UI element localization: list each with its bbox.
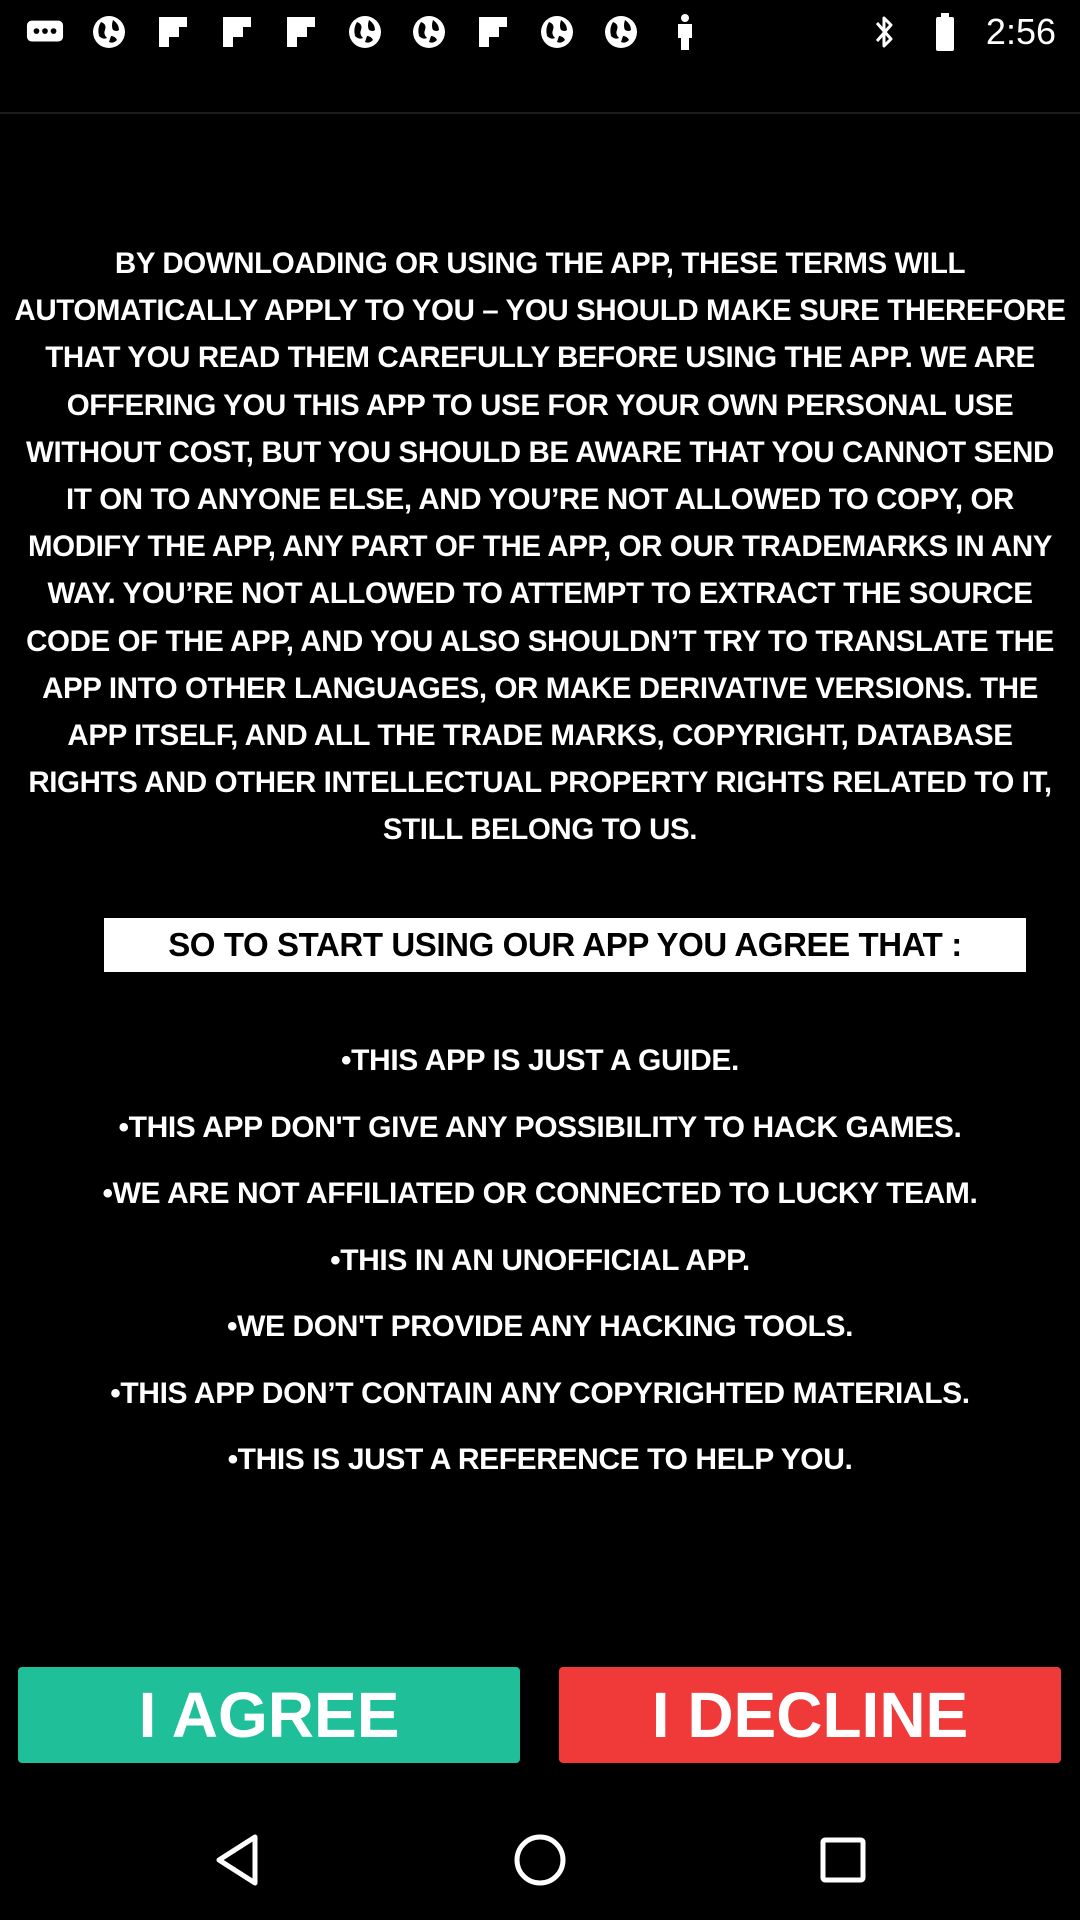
navigation-bar bbox=[0, 1800, 1080, 1920]
globe-icon bbox=[538, 13, 576, 51]
flipboard-icon bbox=[154, 13, 192, 51]
flipboard-icon bbox=[474, 13, 512, 51]
bluetooth-icon bbox=[866, 13, 904, 51]
status-clock: 2:56 bbox=[985, 11, 1056, 52]
decline-button[interactable]: I DECLINE bbox=[559, 1667, 1061, 1763]
notification-icons bbox=[26, 10, 704, 54]
back-icon[interactable] bbox=[201, 1824, 273, 1896]
globe-icon bbox=[90, 13, 128, 51]
battery-icon bbox=[926, 13, 964, 51]
list-item: THIS APP IS JUST A GUIDE. bbox=[0, 1028, 1080, 1095]
figure-icon bbox=[666, 13, 704, 51]
list-item: WE DON'T PROVIDE ANY HACKING TOOLS. bbox=[0, 1294, 1080, 1361]
status-bar: 2:56 bbox=[0, 0, 1080, 66]
agree-button[interactable]: I AGREE bbox=[18, 1667, 520, 1763]
system-icons: 2:56 bbox=[866, 8, 1056, 56]
divider bbox=[0, 112, 1080, 114]
globe-icon bbox=[346, 13, 384, 51]
globe-icon bbox=[410, 13, 448, 51]
globe-icon bbox=[602, 13, 640, 51]
list-item: WE ARE NOT AFFILIATED OR CONNECTED TO LU… bbox=[0, 1161, 1080, 1228]
list-item: THIS IN AN UNOFFICIAL APP. bbox=[0, 1228, 1080, 1295]
home-icon[interactable] bbox=[504, 1824, 576, 1896]
terms-paragraph: BY DOWNLOADING OR USING THE APP, THESE T… bbox=[14, 247, 1066, 847]
agreement-heading: SO TO START USING OUR APP YOU AGREE THAT… bbox=[104, 918, 1026, 972]
flipboard-icon bbox=[218, 13, 256, 51]
recents-icon[interactable] bbox=[807, 1824, 879, 1896]
list-item: THIS IS JUST A REFERENCE TO HELP YOU. bbox=[0, 1427, 1080, 1494]
agreement-list: THIS APP IS JUST A GUIDE. THIS APP DON'T… bbox=[0, 1028, 1080, 1494]
flipboard-icon bbox=[282, 13, 320, 51]
list-item: THIS APP DON'T GIVE ANY POSSIBILITY TO H… bbox=[0, 1095, 1080, 1162]
chat-icon bbox=[26, 13, 64, 51]
list-item: THIS APP DON’T CONTAIN ANY COPYRIGHTED M… bbox=[0, 1361, 1080, 1428]
